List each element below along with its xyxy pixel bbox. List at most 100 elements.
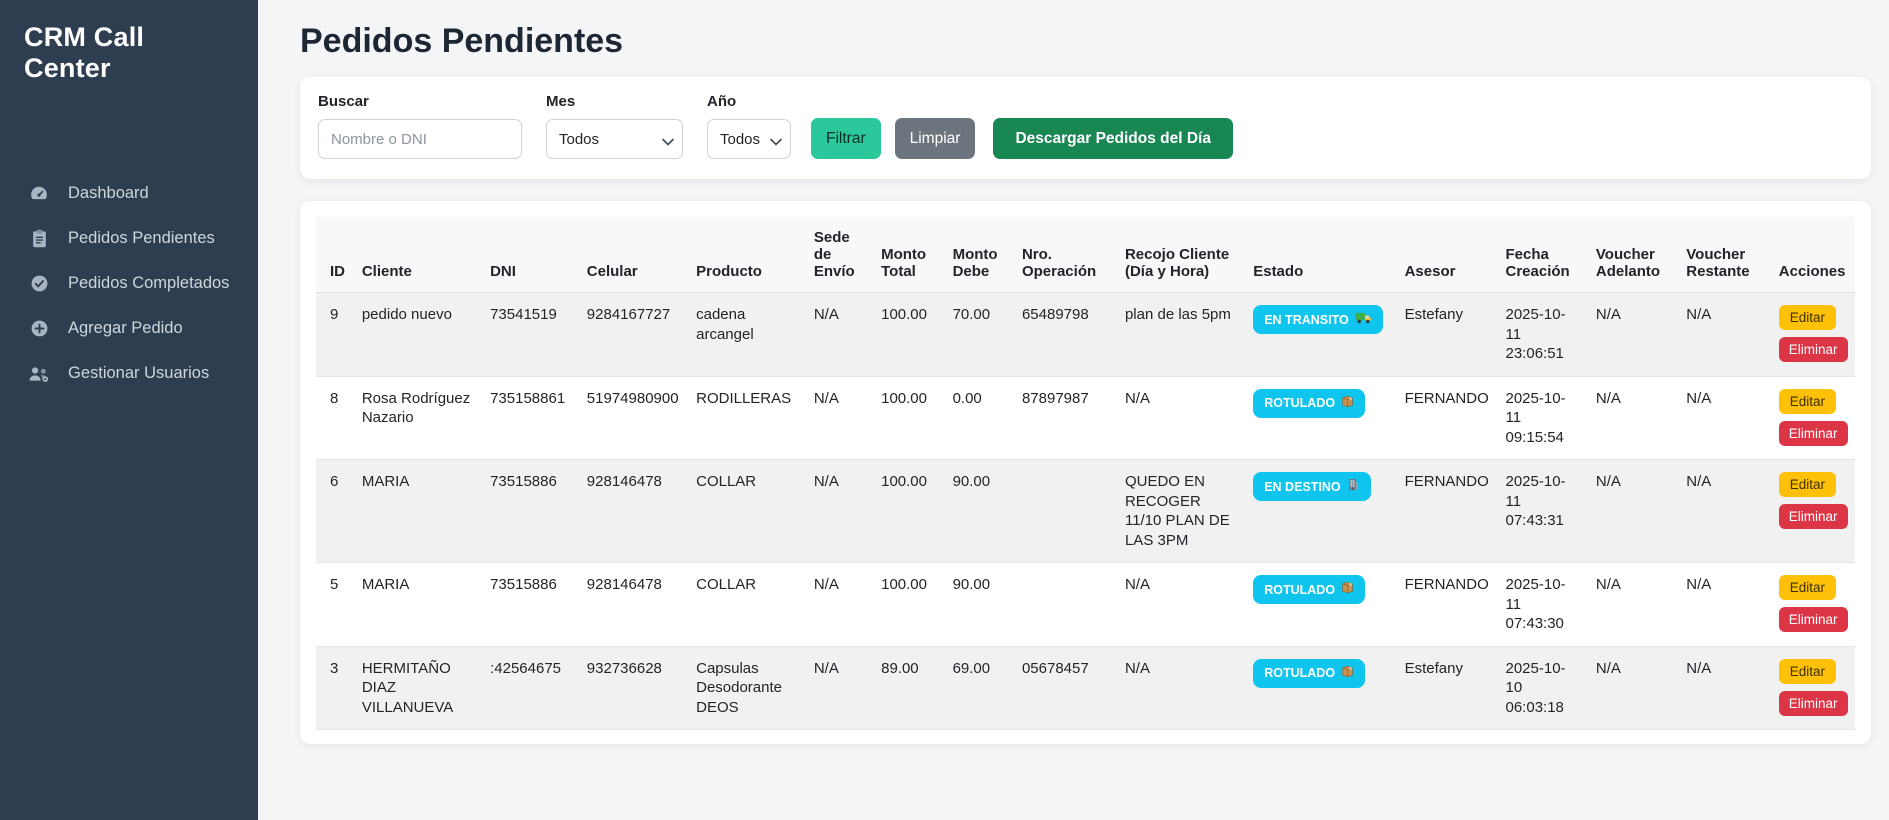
cell-voucher-adelanto: N/A: [1588, 293, 1678, 377]
cell-voucher-restante: N/A: [1678, 563, 1771, 647]
users-gear-icon: [28, 365, 50, 383]
cell-estado: EN TRANSITO: [1245, 293, 1396, 377]
cell-id: 6: [316, 460, 354, 563]
cell-producto: Capsulas Desodorante DEOS: [688, 646, 806, 730]
cell-monto-debe: 90.00: [945, 563, 1014, 647]
clipboard-icon: [28, 229, 50, 248]
cell-asesor: FERNANDO: [1397, 376, 1498, 460]
cell-nro-operacion: 87897987: [1014, 376, 1117, 460]
filtrar-button[interactable]: Filtrar: [811, 118, 881, 159]
cell-sede: N/A: [806, 563, 873, 647]
col-dni: DNI: [482, 217, 579, 293]
mes-label: Mes: [546, 93, 683, 110]
status-badge: EN TRANSITO: [1253, 305, 1383, 334]
cell-sede: N/A: [806, 376, 873, 460]
sidebar-item-pedidos-pendientes[interactable]: Pedidos Pendientes: [0, 216, 258, 261]
cell-voucher-adelanto: N/A: [1588, 376, 1678, 460]
ano-select[interactable]: Todos: [707, 119, 791, 159]
mes-select[interactable]: Todos: [546, 119, 683, 159]
sidebar-item-agregar-pedido[interactable]: Agregar Pedido: [0, 306, 258, 351]
editar-button[interactable]: Editar: [1779, 472, 1836, 497]
cell-voucher-restante: N/A: [1678, 376, 1771, 460]
limpiar-button[interactable]: Limpiar: [895, 118, 976, 159]
orders-table-card: ID Cliente DNI Celular Producto Sede de …: [300, 201, 1871, 744]
filter-card: Buscar Mes Todos Año Todos: [300, 77, 1871, 179]
sidebar-item-label: Agregar Pedido: [68, 319, 183, 338]
cell-fecha: 2025-10-10 06:03:18: [1498, 646, 1588, 730]
package-icon: [1341, 665, 1354, 682]
cell-voucher-adelanto: N/A: [1588, 563, 1678, 647]
editar-button[interactable]: Editar: [1779, 659, 1836, 684]
cell-acciones: Editar Eliminar: [1771, 293, 1855, 377]
sidebar-item-dashboard[interactable]: Dashboard: [0, 170, 258, 216]
buscar-label: Buscar: [318, 93, 522, 110]
editar-button[interactable]: Editar: [1779, 575, 1836, 600]
cell-recojo: N/A: [1117, 646, 1245, 730]
sidebar-item-pedidos-completados[interactable]: Pedidos Completados: [0, 261, 258, 306]
eliminar-button[interactable]: Eliminar: [1779, 691, 1848, 716]
app-title: CRM Call Center: [0, 22, 258, 92]
cell-celular: 928146478: [579, 460, 688, 563]
cell-monto-total: 100.00: [873, 293, 944, 377]
cell-cliente: Rosa Rodríguez Nazario: [354, 376, 482, 460]
cell-estado: ROTULADO: [1245, 376, 1396, 460]
cell-acciones: Editar Eliminar: [1771, 376, 1855, 460]
sidebar: CRM Call Center Dashboard Pedidos Pendie…: [0, 0, 258, 820]
table-row: 3 HERMITAÑO DIAZ VILLANUEVA :42564675 93…: [316, 646, 1855, 730]
cell-voucher-adelanto: N/A: [1588, 646, 1678, 730]
check-circle-icon: [28, 274, 50, 293]
editar-button[interactable]: Editar: [1779, 389, 1836, 414]
cell-cliente: MARIA: [354, 563, 482, 647]
col-celular: Celular: [579, 217, 688, 293]
cell-sede: N/A: [806, 646, 873, 730]
cell-id: 3: [316, 646, 354, 730]
eliminar-button[interactable]: Eliminar: [1779, 337, 1848, 362]
editar-button[interactable]: Editar: [1779, 305, 1836, 330]
eliminar-button[interactable]: Eliminar: [1779, 504, 1848, 529]
cell-monto-debe: 70.00: [945, 293, 1014, 377]
truck-icon: [1355, 311, 1372, 328]
cell-dni: 73541519: [482, 293, 579, 377]
eliminar-button[interactable]: Eliminar: [1779, 607, 1848, 632]
status-badge: EN DESTINO: [1253, 472, 1370, 501]
cell-fecha: 2025-10-11 23:06:51: [1498, 293, 1588, 377]
col-id: ID: [316, 217, 354, 293]
cell-acciones: Editar Eliminar: [1771, 563, 1855, 647]
cell-recojo: N/A: [1117, 376, 1245, 460]
cell-estado: EN DESTINO: [1245, 460, 1396, 563]
cell-id: 8: [316, 376, 354, 460]
cell-dni: 73515886: [482, 460, 579, 563]
cell-recojo: N/A: [1117, 563, 1245, 647]
col-producto: Producto: [688, 217, 806, 293]
cell-id: 9: [316, 293, 354, 377]
ano-label: Año: [707, 93, 791, 110]
sidebar-item-gestionar-usuarios[interactable]: Gestionar Usuarios: [0, 351, 258, 396]
cell-fecha: 2025-10-11 07:43:30: [1498, 563, 1588, 647]
cell-producto: RODILLERAS: [688, 376, 806, 460]
table-header-row: ID Cliente DNI Celular Producto Sede de …: [316, 217, 1855, 293]
eliminar-button[interactable]: Eliminar: [1779, 421, 1848, 446]
descargar-pedidos-button[interactable]: Descargar Pedidos del Día: [993, 118, 1233, 159]
cell-asesor: Estefany: [1397, 293, 1498, 377]
ano-field: Año Todos: [707, 93, 791, 159]
cell-voucher-restante: N/A: [1678, 460, 1771, 563]
plus-circle-icon: [28, 319, 50, 338]
main-content: Pedidos Pendientes Buscar Mes Todos Año …: [258, 0, 1889, 820]
cell-acciones: Editar Eliminar: [1771, 646, 1855, 730]
status-badge: ROTULADO: [1253, 389, 1365, 418]
pedidos-table: ID Cliente DNI Celular Producto Sede de …: [316, 217, 1855, 730]
cell-asesor: FERNANDO: [1397, 460, 1498, 563]
col-recojo-cliente: Recojo Cliente (Día y Hora): [1117, 217, 1245, 293]
cell-cliente: pedido nuevo: [354, 293, 482, 377]
col-fecha-creacion: Fecha Creación: [1498, 217, 1588, 293]
cell-recojo: plan de las 5pm: [1117, 293, 1245, 377]
package-icon: [1341, 581, 1354, 598]
cell-cliente: HERMITAÑO DIAZ VILLANUEVA: [354, 646, 482, 730]
sidebar-item-label: Pedidos Pendientes: [68, 229, 215, 248]
col-sede-envio: Sede de Envío: [806, 217, 873, 293]
search-input[interactable]: [318, 119, 522, 159]
col-voucher-adelanto: Voucher Adelanto: [1588, 217, 1678, 293]
package-icon: [1341, 395, 1354, 412]
sidebar-item-label: Pedidos Completados: [68, 274, 229, 293]
cell-voucher-adelanto: N/A: [1588, 460, 1678, 563]
